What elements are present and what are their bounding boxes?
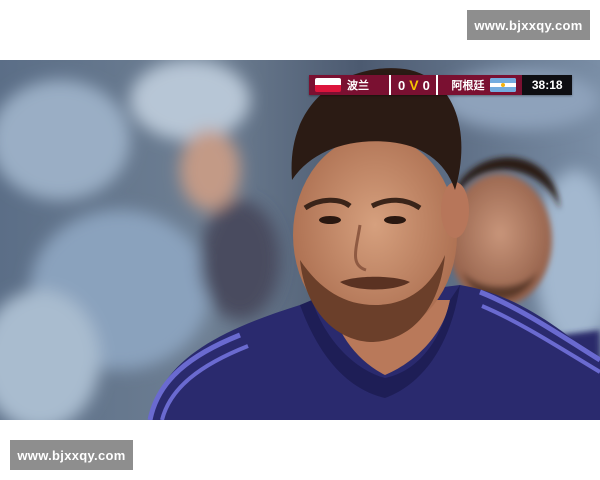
score-panel: 0 V 0 xyxy=(389,75,439,95)
home-team-name: 波兰 xyxy=(347,80,369,92)
home-team-panel: 波兰 xyxy=(309,75,390,95)
scoreboard: 波兰 0 V 0 阿根廷 38:18 xyxy=(309,75,572,95)
tournament-logo-icon: V xyxy=(409,77,419,93)
match-clock: 38:18 xyxy=(522,75,572,95)
away-team-name: 阿根廷 xyxy=(451,80,485,92)
away-score: 0 xyxy=(422,77,430,93)
argentina-flag-icon xyxy=(490,78,517,92)
home-score: 0 xyxy=(398,77,406,93)
watermark-bottom: www.bjxxqy.com xyxy=(10,440,133,470)
page-frame: www.bjxxqy.com 波兰 0 V 0 阿根廷 38:18 www.bj… xyxy=(0,0,600,480)
away-team-panel: 阿根廷 xyxy=(438,75,523,95)
video-frame[interactable] xyxy=(0,60,600,420)
poland-flag-icon xyxy=(315,78,341,92)
watermark-top: www.bjxxqy.com xyxy=(467,10,590,40)
video-still xyxy=(0,60,600,420)
